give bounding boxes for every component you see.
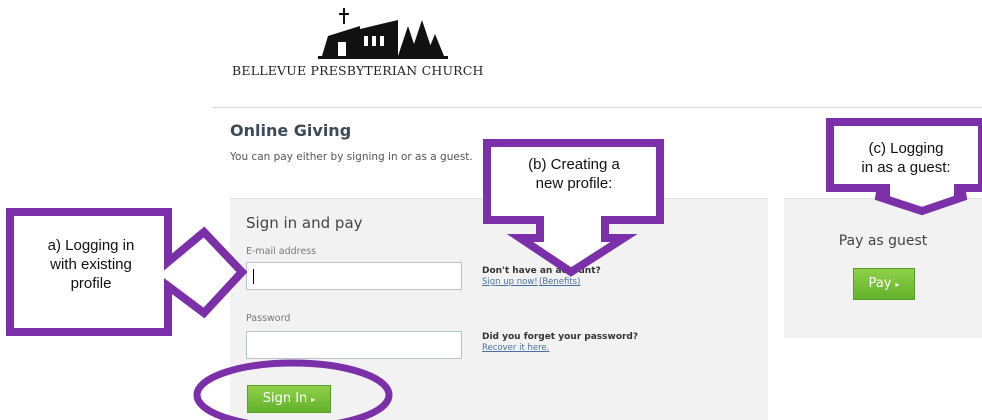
- annotation-overlay: [6, 118, 982, 420]
- callout-a-line3: profile: [70, 275, 112, 292]
- callout-b-line1: (b) Creating a: [528, 156, 620, 173]
- callout-a-text: a) Logging in with existing profile: [18, 236, 164, 293]
- callout-c-line1: (c) Logging: [868, 140, 944, 157]
- callout-c-line2: in as a guest:: [861, 159, 951, 176]
- callout-b-text: (b) Creating a new profile:: [494, 155, 654, 193]
- sign-in-highlight-ellipse: [193, 359, 393, 420]
- callout-a-line1: a) Logging in: [47, 237, 135, 254]
- callout-c-text: (c) Logging in as a guest:: [836, 139, 976, 177]
- callout-b-line2: new profile:: [535, 175, 613, 192]
- callout-a-line2: with existing: [50, 256, 132, 273]
